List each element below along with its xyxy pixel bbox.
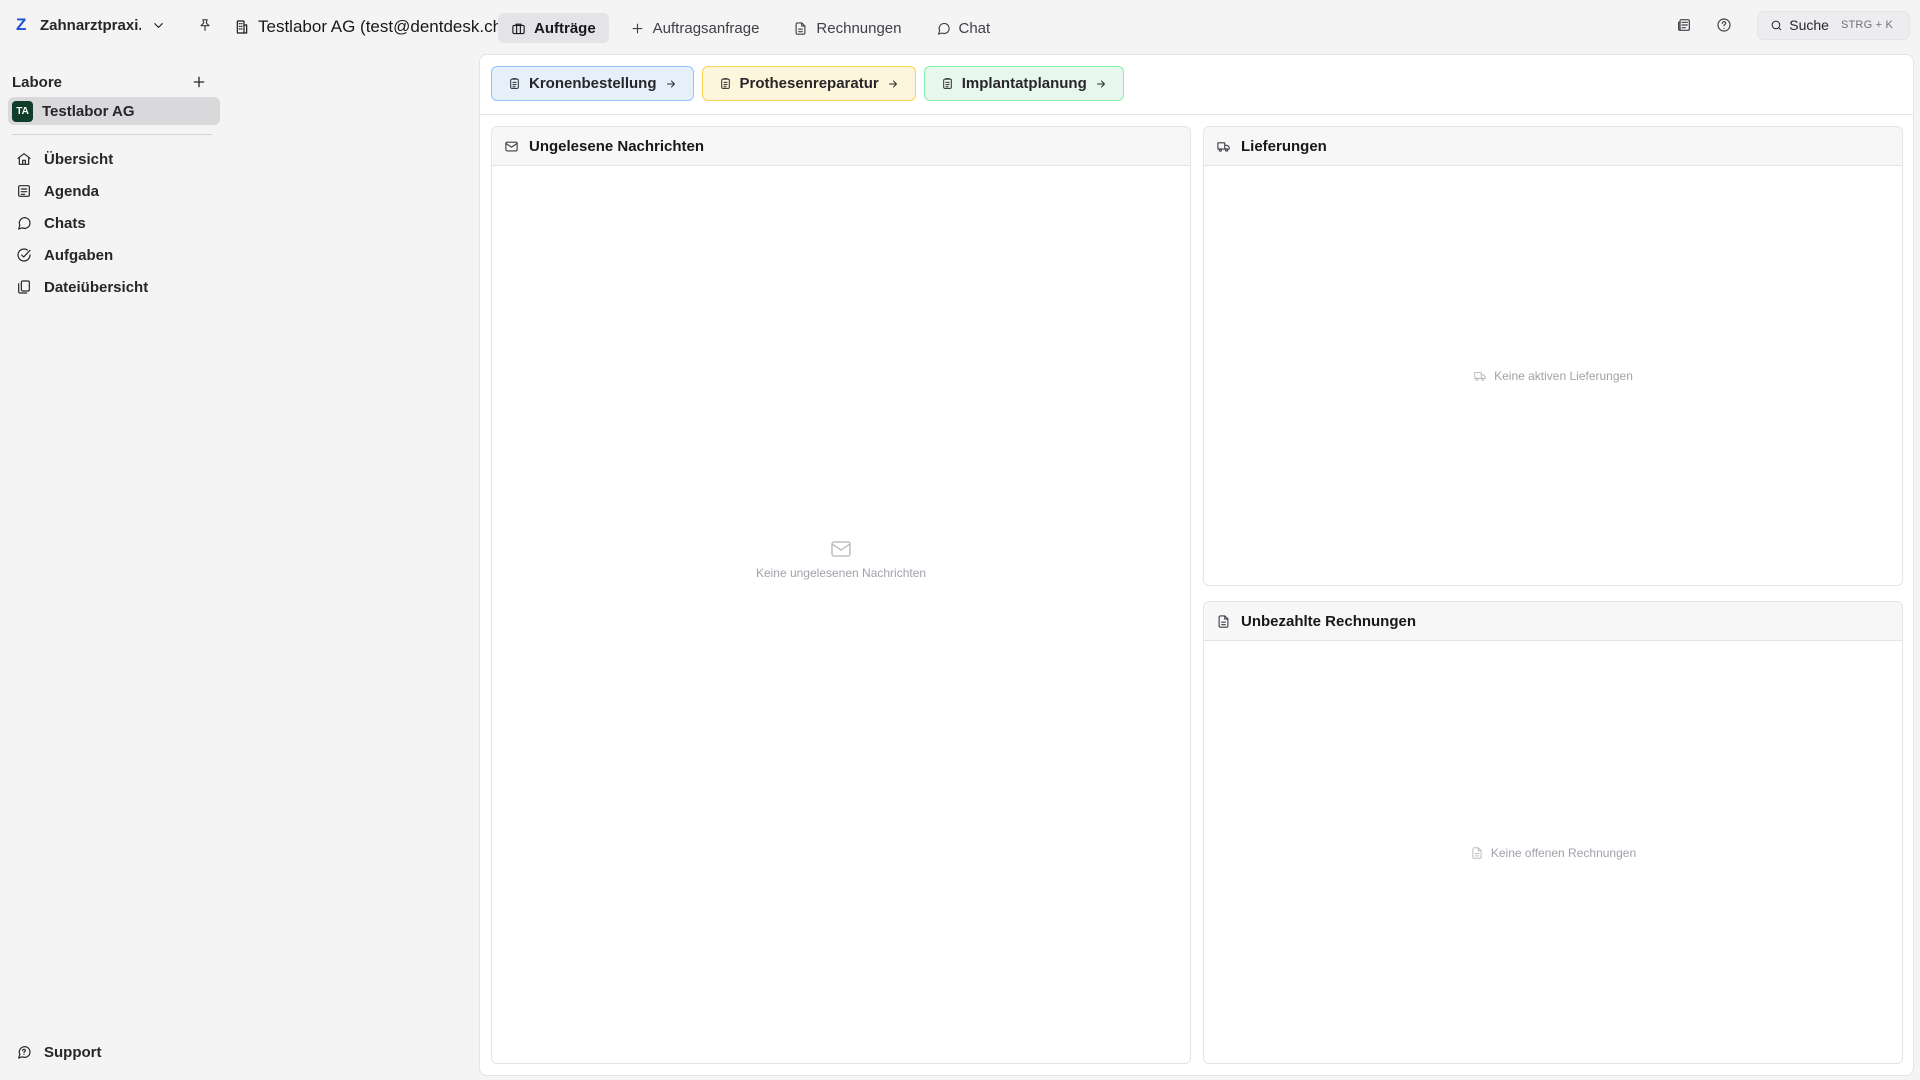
quick-action-kronenbestellung[interactable]: Kronenbestellung	[491, 66, 694, 101]
help-icon[interactable]	[1713, 14, 1735, 36]
tab-label: Auftragsanfrage	[652, 19, 760, 37]
sidebar-item-label: Übersicht	[44, 150, 114, 168]
tab-label: Rechnungen	[816, 19, 902, 37]
plus-icon	[630, 21, 645, 36]
quick-actions: Kronenbestellung Prothesenreparatur Impl…	[491, 66, 1124, 102]
help-circle-icon	[16, 1044, 32, 1060]
mail-icon	[829, 537, 853, 561]
avatar: TA	[12, 100, 33, 122]
lab-title: Testlabor AG (test@dentdesk.ch)	[234, 13, 508, 41]
sidebar-item-uebersicht[interactable]: Übersicht	[8, 143, 220, 175]
tab-rechnungen[interactable]: Rechnungen	[780, 13, 914, 43]
clipboard-icon	[941, 77, 954, 90]
sidebar-item-label: Aufgaben	[44, 246, 114, 264]
tab-chat[interactable]: Chat	[923, 13, 1004, 43]
clipboard-icon	[719, 77, 732, 90]
sidebar-item-label: Agenda	[44, 182, 100, 200]
arrow-right-icon	[1095, 78, 1107, 90]
files-icon	[16, 279, 32, 295]
sidebar: Labore TA Testlabor AG Übersicht Agenda …	[0, 54, 230, 1080]
labs-section-header: Labore	[12, 70, 210, 94]
workspace-logo: Z	[16, 15, 27, 34]
truck-icon	[1216, 139, 1231, 154]
sidebar-nav: Übersicht Agenda Chats Aufgaben Dateiübe…	[8, 143, 220, 303]
sidebar-divider	[12, 134, 212, 135]
arrow-right-icon	[887, 78, 899, 90]
quick-action-label: Kronenbestellung	[529, 75, 657, 92]
sidebar-item-lab[interactable]: TA Testlabor AG	[8, 97, 220, 125]
empty-state: Keine offenen Rechnungen	[1204, 846, 1902, 860]
file-text-icon	[1470, 846, 1484, 860]
card-header: Unbezahlte Rechnungen	[1204, 602, 1902, 641]
news-icon[interactable]	[1673, 14, 1695, 36]
sidebar-item-label: Chats	[44, 214, 86, 232]
search-label: Suche	[1789, 17, 1829, 33]
quick-action-prothesenreparatur[interactable]: Prothesenreparatur	[701, 66, 916, 101]
lab-name: Testlabor AG	[42, 102, 135, 120]
top-bar: Z Zahnarztpraxi... Testlabor AG (test@de…	[0, 0, 1920, 54]
truck-icon	[1473, 369, 1487, 383]
mail-icon	[504, 139, 519, 154]
sidebar-item-dateiuebersicht[interactable]: Dateiübersicht	[8, 271, 220, 303]
home-icon	[16, 151, 32, 167]
empty-state: Keine ungelesenen Nachrichten	[492, 537, 1190, 580]
quick-action-implantatplanung[interactable]: Implantatplanung	[923, 66, 1124, 101]
deliveries-card: Lieferungen Keine aktiven Lieferungen	[1203, 126, 1903, 586]
unpaid-invoices-card: Unbezahlte Rechnungen Keine offenen Rech…	[1203, 601, 1903, 1064]
tab-auftraege[interactable]: Aufträge	[498, 13, 609, 43]
empty-state-text: Keine aktiven Lieferungen	[1494, 369, 1633, 383]
unread-messages-card: Ungelesene Nachrichten Keine ungelesenen…	[491, 126, 1191, 1064]
card-header: Ungelesene Nachrichten	[492, 127, 1190, 166]
search-icon	[1770, 19, 1783, 32]
add-lab-icon[interactable]	[188, 71, 210, 93]
nav-tabs: Aufträge Auftragsanfrage Rechnungen Chat	[498, 13, 1003, 43]
file-text-icon	[1216, 614, 1231, 629]
sidebar-item-label: Dateiübersicht	[44, 278, 149, 296]
pin-icon[interactable]	[192, 12, 218, 38]
search-shortcut: STRG + K	[1840, 19, 1893, 31]
agenda-icon	[16, 183, 32, 199]
empty-state-text: Keine ungelesenen Nachrichten	[755, 566, 927, 580]
tab-label: Aufträge	[534, 19, 596, 37]
sidebar-item-chats[interactable]: Chats	[8, 207, 220, 239]
card-title: Unbezahlte Rechnungen	[1241, 612, 1417, 630]
sidebar-item-aufgaben[interactable]: Aufgaben	[8, 239, 220, 271]
quick-action-label: Implantatplanung	[961, 75, 1087, 92]
lab-title-text: Testlabor AG (test@dentdesk.ch)	[258, 17, 508, 36]
message-circle-icon	[16, 215, 32, 231]
main-divider	[480, 114, 1913, 115]
empty-state: Keine aktiven Lieferungen	[1204, 369, 1902, 383]
tab-auftragsanfrage[interactable]: Auftragsanfrage	[617, 13, 773, 43]
clipboard-icon	[508, 77, 521, 90]
card-title: Lieferungen	[1241, 137, 1327, 155]
support-label: Support	[44, 1043, 102, 1061]
sidebar-item-agenda[interactable]: Agenda	[8, 175, 220, 207]
labs-section-label: Labore	[12, 73, 63, 91]
arrow-right-icon	[665, 78, 677, 90]
workspace-switcher[interactable]: Z Zahnarztpraxi...	[10, 10, 172, 40]
chevron-down-icon	[151, 18, 166, 33]
workspace-name: Zahnarztpraxi...	[40, 16, 141, 34]
tab-label: Chat	[958, 19, 991, 37]
empty-state-text: Keine offenen Rechnungen	[1490, 846, 1637, 860]
briefcase-icon	[511, 21, 526, 36]
card-title: Ungelesene Nachrichten	[529, 137, 705, 155]
main-panel: Kronenbestellung Prothesenreparatur Impl…	[479, 54, 1914, 1076]
search-button[interactable]: Suche STRG + K	[1757, 10, 1910, 40]
support-link[interactable]: Support	[8, 1038, 110, 1066]
top-right-actions: Suche STRG + K	[1673, 10, 1910, 40]
quick-action-label: Prothesenreparatur	[739, 75, 879, 92]
card-header: Lieferungen	[1204, 127, 1902, 166]
file-text-icon	[793, 21, 808, 36]
check-circle-icon	[16, 247, 32, 263]
building-icon	[234, 19, 250, 35]
message-circle-icon	[936, 21, 951, 36]
